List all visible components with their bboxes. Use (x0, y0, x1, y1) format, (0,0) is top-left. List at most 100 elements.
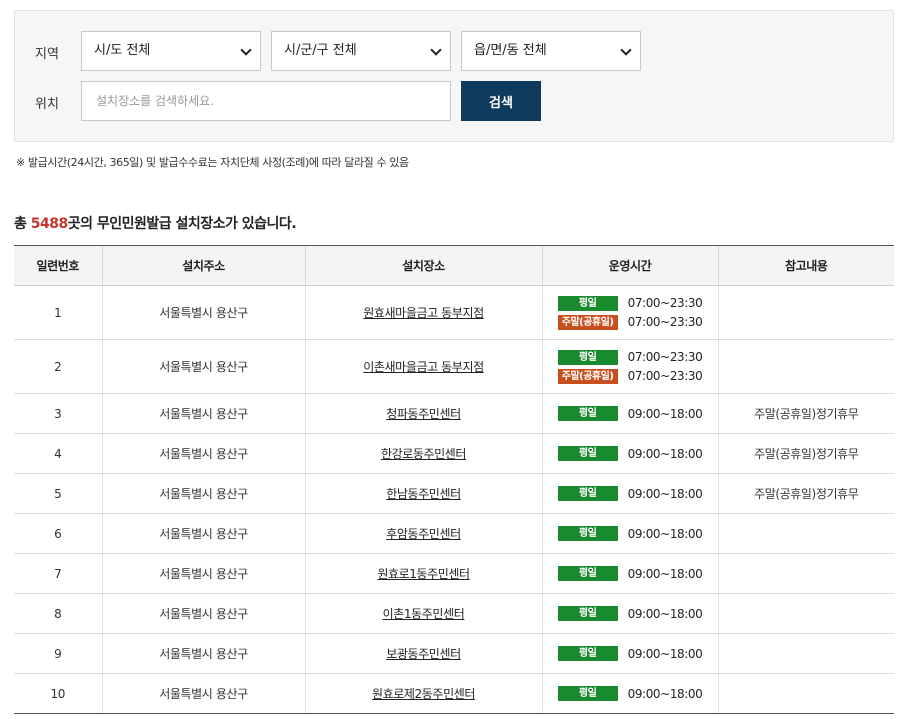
kiosk-location-table: 일련번호 설치주소 설치장소 운영시간 참고내용 1 서울특별시 용산구 원효새마을… (14, 245, 894, 714)
note-cell: 주말(공휴일)정기휴무 (717, 393, 894, 434)
place-link[interactable]: 청파동주민센터 (386, 407, 461, 421)
header-address: 설치주소 (101, 245, 305, 286)
table-row: 8 서울특별시 용산구 이촌1동주민센터 평일 09:00~18:00 (14, 593, 894, 634)
place-cell: 후암동주민센터 (304, 513, 542, 554)
eupmyeondong-select-value: 읍/면/동 전체 (474, 43, 547, 58)
hours-time: 07:00~23:30 (627, 296, 703, 310)
address-cell: 서울특별시 용산구 (101, 433, 305, 474)
hours-list: 평일 09:00~18:00 (557, 604, 703, 623)
hours-list: 평일 09:00~18:00 (557, 644, 703, 663)
weekday-badge: 평일 (557, 526, 618, 541)
table-body: 1 서울특별시 용산구 원효새마을금고 동부지점 평일 07:00~23:30 주말(공휴… (14, 285, 894, 714)
address-cell: 서울특별시 용산구 (101, 553, 305, 594)
place-cell: 원효새마을금고 동부지점 (304, 285, 542, 340)
hours-cell: 평일 09:00~18:00 (541, 433, 718, 474)
hours-cell: 평일 09:00~18:00 (541, 633, 718, 674)
place-link[interactable]: 이촌1동주민센터 (383, 607, 465, 621)
sigungu-select[interactable]: 시/군/구 전체 (271, 31, 451, 71)
serial-no-cell: 10 (14, 673, 102, 714)
hours-cell: 평일 09:00~18:00 (541, 393, 718, 434)
hours-line: 주말(공휴일) 07:00~23:30 (557, 367, 703, 386)
address-cell: 서울특별시 용산구 (101, 673, 305, 714)
hours-time: 09:00~18:00 (627, 606, 703, 621)
address-cell: 서울특별시 용산구 (101, 593, 305, 634)
place-link[interactable]: 보광동주민센터 (386, 647, 461, 661)
header-place: 설치장소 (304, 245, 542, 286)
weekday-badge: 평일 (557, 295, 618, 311)
sido-select[interactable]: 시/도 전체 (81, 31, 261, 71)
table-row: 4 서울특별시 용산구 한강로동주민센터 평일 09:00~18:00 주말(공휴일)정기… (14, 433, 894, 474)
summary-suffix: 곳의 무인민원발급 설치장소가 있습니다. (67, 216, 297, 232)
place-link[interactable]: 원효로제2동주민센터 (372, 687, 475, 701)
note-cell (717, 593, 894, 634)
hours-list: 평일 09:00~18:00 (557, 684, 703, 703)
place-link[interactable]: 원효로1동주민센터 (377, 567, 470, 581)
place-link[interactable]: 후암동주민센터 (386, 527, 461, 541)
hours-line: 평일 09:00~18:00 (557, 604, 703, 623)
place-link[interactable]: 이촌새마을금고 동부지점 (363, 360, 484, 374)
weekend-badge: 주말(공휴일) (557, 368, 618, 384)
place-cell: 이촌새마을금고 동부지점 (304, 339, 542, 394)
hours-line: 평일 09:00~18:00 (557, 644, 703, 663)
table-row: 3 서울특별시 용산구 청파동주민센터 평일 09:00~18:00 주말(공휴일)정기휴… (14, 393, 894, 434)
search-button[interactable]: 검색 (461, 81, 541, 121)
place-cell: 이촌1동주민센터 (304, 593, 542, 634)
hours-cell: 평일 09:00~18:00 (541, 553, 718, 594)
search-panel: 지역 시/도 전체 시/군/구 전체 읍/면/동 전체 위치 검색 (14, 10, 894, 142)
chevron-down-icon (620, 44, 632, 56)
hours-line: 평일 09:00~18:00 (557, 444, 703, 463)
address-cell: 서울특별시 용산구 (101, 473, 305, 514)
serial-no-cell: 1 (14, 285, 102, 340)
hours-cell: 평일 09:00~18:00 (541, 593, 718, 634)
hours-line: 평일 09:00~18:00 (557, 524, 703, 543)
hours-cell: 평일 09:00~18:00 (541, 673, 718, 714)
result-count: 5488 (30, 216, 68, 232)
weekday-badge: 평일 (557, 566, 618, 581)
weekend-badge: 주말(공휴일) (557, 314, 618, 330)
hours-cell: 평일 09:00~18:00 (541, 473, 718, 514)
result-summary: 총 5488곳의 무인민원발급 설치장소가 있습니다. (14, 213, 297, 233)
note-cell (717, 513, 894, 554)
hours-cell: 평일 09:00~18:00 (541, 513, 718, 554)
serial-no-cell: 7 (14, 553, 102, 594)
note-cell: 주말(공휴일)정기휴무 (717, 473, 894, 514)
chevron-down-icon (240, 44, 252, 56)
weekday-badge: 평일 (557, 349, 618, 365)
hours-line: 평일 09:00~18:00 (557, 684, 703, 703)
place-link[interactable]: 원효새마을금고 동부지점 (363, 306, 484, 320)
sigungu-select-value: 시/군/구 전체 (284, 43, 357, 58)
location-label: 위치 (35, 97, 59, 112)
hours-list: 평일 07:00~23:30 주말(공휴일) 07:00~23:30 (557, 348, 703, 386)
serial-no-cell: 9 (14, 633, 102, 674)
hours-time: 09:00~18:00 (627, 566, 703, 581)
hours-line: 평일 07:00~23:30 (557, 348, 703, 367)
note-cell (717, 285, 894, 340)
hours-time: 09:00~18:00 (627, 486, 703, 501)
place-link[interactable]: 한남동주민센터 (386, 487, 461, 501)
address-cell: 서울특별시 용산구 (101, 339, 305, 394)
place-link[interactable]: 한강로동주민센터 (381, 447, 467, 461)
table-row: 6 서울특별시 용산구 후암동주민센터 평일 09:00~18:00 (14, 513, 894, 554)
place-cell: 원효로1동주민센터 (304, 553, 542, 594)
header-hours: 운영시간 (541, 245, 718, 286)
table-row: 10 서울특별시 용산구 원효로제2동주민센터 평일 09:00~18:00 (14, 673, 894, 714)
serial-no-cell: 3 (14, 393, 102, 434)
hours-time: 09:00~18:00 (627, 646, 703, 661)
address-cell: 서울특별시 용산구 (101, 513, 305, 554)
address-cell: 서울특별시 용산구 (101, 285, 305, 340)
eupmyeondong-select[interactable]: 읍/면/동 전체 (461, 31, 641, 71)
header-note: 참고내용 (717, 245, 894, 286)
note-cell (717, 633, 894, 674)
weekday-badge: 평일 (557, 486, 618, 501)
hours-cell: 평일 07:00~23:30 주말(공휴일) 07:00~23:30 (541, 285, 718, 340)
weekday-badge: 평일 (557, 606, 618, 621)
hours-time: 09:00~18:00 (627, 686, 703, 701)
notice-text: ※ 발급시간(24시간, 365일) 및 발급수수료는 자치단체 사정(조례)에… (16, 156, 409, 169)
hours-line: 평일 09:00~18:00 (557, 564, 703, 583)
search-input[interactable] (81, 81, 451, 121)
header-serial-no: 일련번호 (14, 245, 102, 286)
hours-time: 09:00~18:00 (627, 446, 703, 461)
hours-line: 평일 09:00~18:00 (557, 404, 703, 423)
table-row: 7 서울특별시 용산구 원효로1동주민센터 평일 09:00~18:00 (14, 553, 894, 594)
table-header-row: 일련번호 설치주소 설치장소 운영시간 참고내용 (14, 245, 894, 286)
